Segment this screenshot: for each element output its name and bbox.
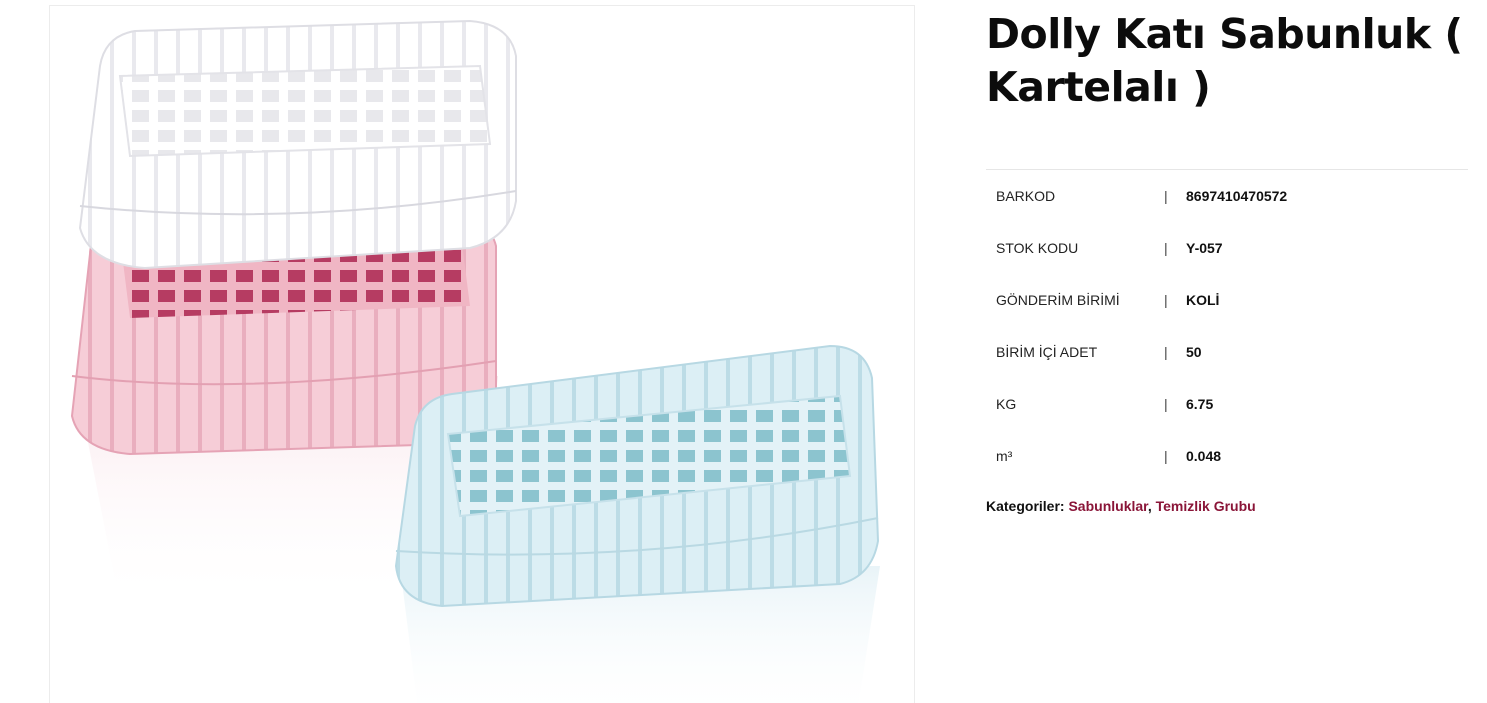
- attribute-row-birim-ici-adet: BİRİM İÇİ ADET | 50: [986, 326, 1468, 378]
- attribute-label: GÖNDERİM BİRİMİ: [996, 292, 1120, 308]
- white-soap-dish: [78, 19, 517, 270]
- product-categories: Kategoriler: Sabunluklar, Temizlik Grubu: [986, 498, 1468, 514]
- product-page: Dolly Katı Sabunluk ( Kartelalı ) BARKOD…: [0, 0, 1487, 703]
- attribute-label: STOK KODU: [996, 240, 1079, 256]
- attribute-label: m³: [996, 448, 1013, 464]
- attribute-row-gonderim-birimi: GÖNDERİM BİRİMİ | KOLİ: [986, 274, 1468, 326]
- categories-label: Kategoriler:: [986, 498, 1065, 514]
- product-image[interactable]: [50, 6, 915, 703]
- category-link-temizlik-grubu[interactable]: Temizlik Grubu: [1156, 498, 1256, 514]
- attribute-separator: |: [1164, 448, 1168, 464]
- product-attributes-table: BARKOD | 8697410470572 STOK KODU | Y-057…: [986, 170, 1468, 482]
- product-title: Dolly Katı Sabunluk ( Kartelalı ): [986, 10, 1463, 111]
- attribute-value: KOLİ: [1186, 292, 1220, 308]
- product-summary: Dolly Katı Sabunluk ( Kartelalı ) BARKOD…: [986, 0, 1468, 514]
- product-image-gallery[interactable]: [49, 5, 915, 703]
- attribute-row-kg: KG | 6.75: [986, 378, 1468, 430]
- attribute-label: BİRİM İÇİ ADET: [996, 344, 1098, 360]
- attribute-separator: |: [1164, 344, 1168, 360]
- attribute-value: 6.75: [1186, 396, 1214, 412]
- categories-separator: ,: [1147, 498, 1152, 514]
- attribute-separator: |: [1164, 188, 1168, 204]
- attribute-separator: |: [1164, 396, 1168, 412]
- attribute-label: BARKOD: [996, 188, 1056, 204]
- attribute-value: 0.048: [1186, 448, 1222, 464]
- attribute-row-volume: m³ | 0.048: [986, 430, 1468, 482]
- attribute-separator: |: [1164, 240, 1168, 256]
- attribute-row-barkod: BARKOD | 8697410470572: [986, 170, 1468, 222]
- attribute-value: 8697410470572: [1186, 188, 1288, 204]
- attribute-label: KG: [996, 396, 1017, 412]
- attribute-row-stok-kodu: STOK KODU | Y-057: [986, 222, 1468, 274]
- category-link-sabunluklar[interactable]: Sabunluklar: [1068, 498, 1147, 514]
- attribute-separator: |: [1164, 292, 1168, 308]
- attribute-value: Y-057: [1186, 240, 1223, 256]
- attribute-value: 50: [1186, 344, 1202, 360]
